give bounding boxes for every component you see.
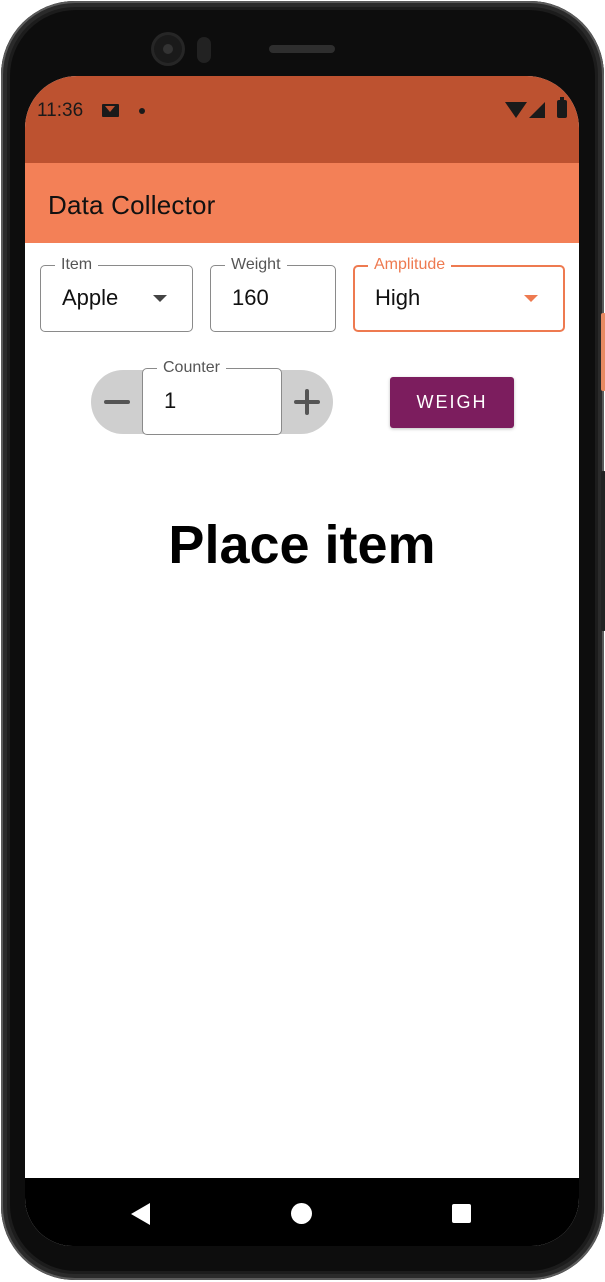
counter-value: 1 — [164, 388, 177, 413]
counter-label: Counter — [157, 358, 226, 378]
amplitude-dropdown-arrow-icon[interactable] — [524, 295, 538, 302]
decrement-button[interactable] — [92, 370, 142, 434]
amplitude-dropdown[interactable]: Amplitude High — [353, 255, 565, 332]
item-dropdown-arrow-icon[interactable] — [153, 295, 167, 302]
status-time: 11:36 — [37, 100, 84, 121]
phone-frame: 11:36 Data Collector Item Apple Weight 1… — [1, 1, 605, 1280]
minus-icon — [104, 400, 130, 404]
weight-value: 160 — [232, 285, 269, 310]
navigation-bar — [25, 1178, 579, 1246]
signal-icon — [529, 102, 545, 118]
recents-icon[interactable] — [452, 1204, 471, 1223]
item-dropdown[interactable]: Item Apple — [40, 255, 193, 332]
screen: 11:36 Data Collector Item Apple Weight 1… — [25, 76, 579, 1246]
volume-button — [601, 313, 605, 391]
gmail-icon — [102, 104, 119, 117]
app-bar: Data Collector — [25, 163, 579, 243]
item-label: Item — [55, 255, 99, 275]
weigh-button[interactable]: WEIGH — [390, 377, 514, 428]
wifi-icon — [505, 102, 527, 118]
amplitude-value: High — [375, 285, 421, 310]
home-icon[interactable] — [291, 1203, 312, 1224]
app-title: Data Collector — [48, 190, 216, 220]
power-button — [601, 471, 605, 631]
earpiece-speaker — [269, 45, 335, 53]
battery-icon — [557, 97, 567, 118]
item-value: Apple — [62, 285, 119, 310]
notification-dot-icon — [139, 108, 145, 114]
sensor-icon — [197, 37, 211, 63]
amplitude-label: Amplitude — [368, 255, 452, 275]
weight-field[interactable]: Weight 160 — [210, 255, 336, 332]
counter-field[interactable]: Counter 1 — [142, 358, 282, 435]
weight-label: Weight — [225, 255, 287, 275]
instruction-text: Place item — [168, 515, 436, 575]
status-bar: 11:36 — [25, 76, 579, 163]
back-icon[interactable] — [131, 1203, 150, 1225]
plus-icon — [294, 389, 320, 415]
front-camera-icon — [154, 35, 182, 63]
increment-button[interactable] — [282, 370, 332, 434]
